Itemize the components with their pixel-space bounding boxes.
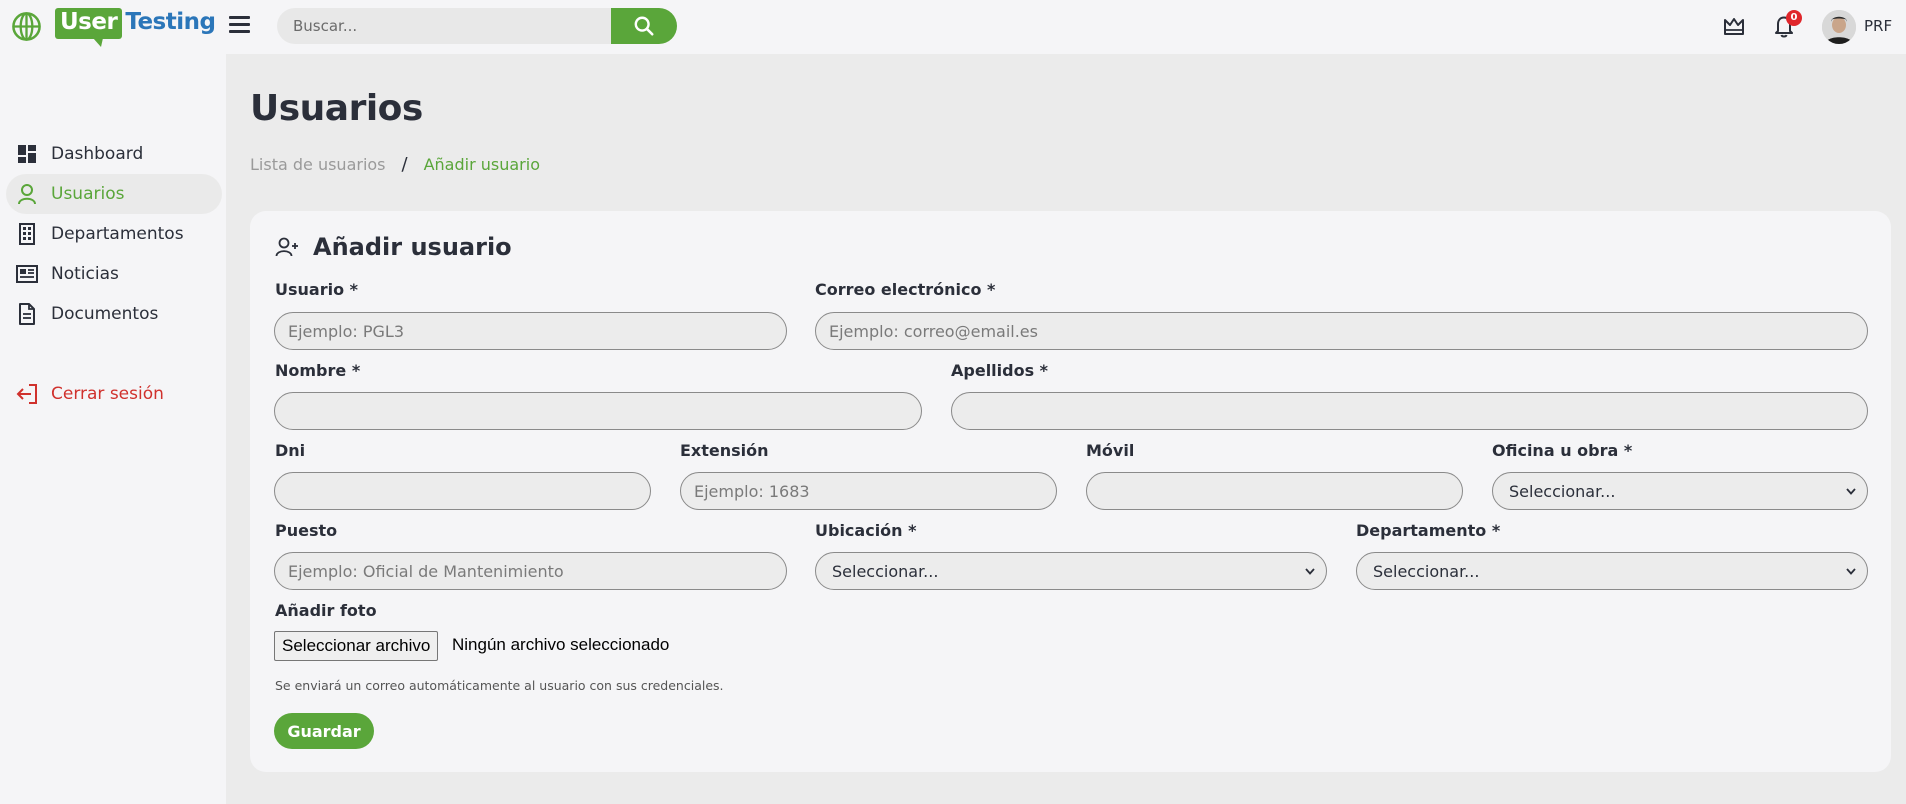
search-bar [277,8,677,44]
nombre-input[interactable] [274,392,922,430]
sidebar: Dashboard Usuarios Departamentos Noticia… [0,54,226,804]
menu-toggle-icon[interactable] [229,16,250,34]
departamento-select[interactable]: Seleccionar... [1356,552,1868,590]
credentials-hint: Se enviará un correo automáticamente al … [275,678,724,693]
sidebar-item-label: Dashboard [51,144,144,164]
movil-label: Móvil [1086,441,1135,460]
breadcrumb: Lista de usuarios / Añadir usuario [250,154,540,175]
globe-icon [12,12,41,41]
dashboard-icon [16,143,38,165]
correo-input[interactable] [815,312,1868,350]
oficina-select[interactable]: Seleccionar... [1492,472,1868,510]
sidebar-item-documentos[interactable]: Documentos [6,294,222,334]
puesto-input[interactable] [274,552,787,590]
departamento-label: Departamento * [1356,521,1501,540]
sidebar-item-label: Usuarios [51,184,125,204]
usuario-input[interactable] [274,312,787,350]
breadcrumb-user-list-link[interactable]: Lista de usuarios [250,155,386,174]
ubicacion-label: Ubicación * [815,521,917,540]
page-title: Usuarios [250,88,423,129]
save-button[interactable]: Guardar [274,713,374,749]
dni-label: Dni [275,441,306,460]
breadcrumb-separator: / [401,154,408,175]
search-icon [634,16,654,36]
sidebar-item-dashboard[interactable]: Dashboard [6,134,222,174]
movil-input[interactable] [1086,472,1463,510]
apellidos-label: Apellidos * [951,361,1049,380]
chevron-down-icon [1305,568,1315,575]
card-title: Añadir usuario [313,233,512,261]
sidebar-item-departamentos[interactable]: Departamentos [6,214,222,254]
nombre-label: Nombre * [275,361,361,380]
search-input[interactable] [277,8,611,44]
puesto-label: Puesto [275,521,338,540]
top-bar: User Testing 0 PRF [0,0,1906,54]
logout-label: Cerrar sesión [51,384,164,404]
ubicacion-select[interactable]: Seleccionar... [815,552,1327,590]
card-header: Añadir usuario [275,233,512,261]
correo-label: Correo electrónico * [815,280,996,299]
photo-label: Añadir foto [275,601,377,620]
breadcrumb-current: Añadir usuario [423,155,540,174]
dni-input[interactable] [274,472,651,510]
app-logo[interactable]: User Testing [55,8,216,47]
chevron-down-icon [1846,568,1856,575]
ubicacion-selected-value: Seleccionar... [832,561,939,581]
apellidos-input[interactable] [951,392,1868,430]
user-icon [16,183,38,205]
notification-badge: 0 [1786,10,1802,26]
sidebar-item-label: Documentos [51,304,159,324]
user-plus-icon [275,237,298,257]
avatar[interactable] [1822,10,1856,44]
chevron-down-icon [1846,488,1856,495]
oficina-selected-value: Seleccionar... [1509,481,1616,501]
logo-testing-text: Testing [125,9,216,35]
crown-icon[interactable] [1722,14,1746,38]
logout-button[interactable]: Cerrar sesión [6,374,222,414]
oficina-label: Oficina u obra * [1492,441,1633,460]
search-button[interactable] [611,8,677,44]
sidebar-item-label: Noticias [51,264,119,284]
choose-file-button[interactable]: Seleccionar archivo [274,631,439,661]
file-status: Ningún archivo seleccionado [452,635,670,654]
logout-icon [16,383,38,405]
newspaper-icon [16,263,38,285]
user-initials: PRF [1864,17,1893,35]
departamento-selected-value: Seleccionar... [1373,561,1480,581]
document-icon [16,303,38,325]
extension-input[interactable] [680,472,1057,510]
sidebar-item-usuarios[interactable]: Usuarios [6,174,222,214]
logo-user-text: User [55,8,123,47]
add-user-card: Añadir usuario Usuario * Correo electrón… [250,211,1891,772]
building-icon [16,223,38,245]
sidebar-item-noticias[interactable]: Noticias [6,254,222,294]
usuario-label: Usuario * [275,280,359,299]
sidebar-item-label: Departamentos [51,224,184,244]
extension-label: Extensión [680,441,769,460]
